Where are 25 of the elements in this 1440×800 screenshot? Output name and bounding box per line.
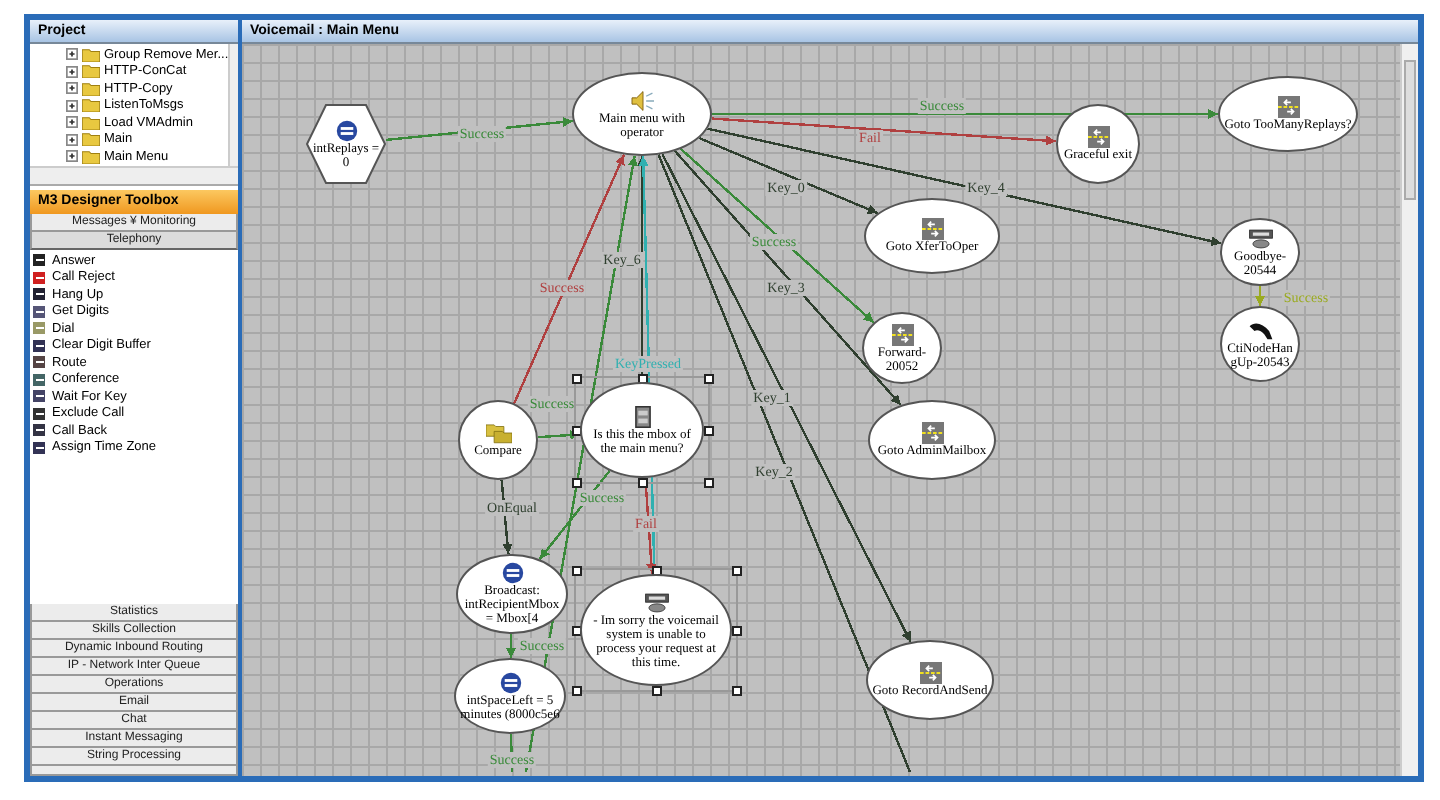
expand-icon[interactable] xyxy=(66,65,78,78)
goto-icon xyxy=(919,218,945,240)
expand-icon[interactable] xyxy=(66,133,78,146)
goto-icon xyxy=(1085,126,1111,148)
equals-icon xyxy=(497,671,523,693)
machine-icon xyxy=(1247,227,1273,249)
goto-icon xyxy=(917,662,943,684)
goto-icon xyxy=(1275,96,1301,118)
expand-icon[interactable] xyxy=(66,150,78,163)
folders-icon xyxy=(485,422,511,444)
goto-icon xyxy=(889,323,915,345)
goto-icon xyxy=(919,422,945,444)
expand-icon[interactable] xyxy=(66,99,78,112)
cabinet-icon xyxy=(629,405,655,427)
scrollbar[interactable] xyxy=(30,166,238,186)
equals-icon xyxy=(333,119,359,141)
expand-icon[interactable] xyxy=(66,48,78,61)
speaker-icon xyxy=(629,89,655,111)
expand-icon[interactable] xyxy=(66,82,78,95)
equals-icon xyxy=(499,562,525,584)
scrollbar[interactable] xyxy=(228,44,238,166)
scrollbar[interactable] xyxy=(1400,44,1418,776)
handset-icon xyxy=(1247,319,1273,341)
expand-icon[interactable] xyxy=(66,116,78,129)
machine-icon xyxy=(643,591,669,613)
